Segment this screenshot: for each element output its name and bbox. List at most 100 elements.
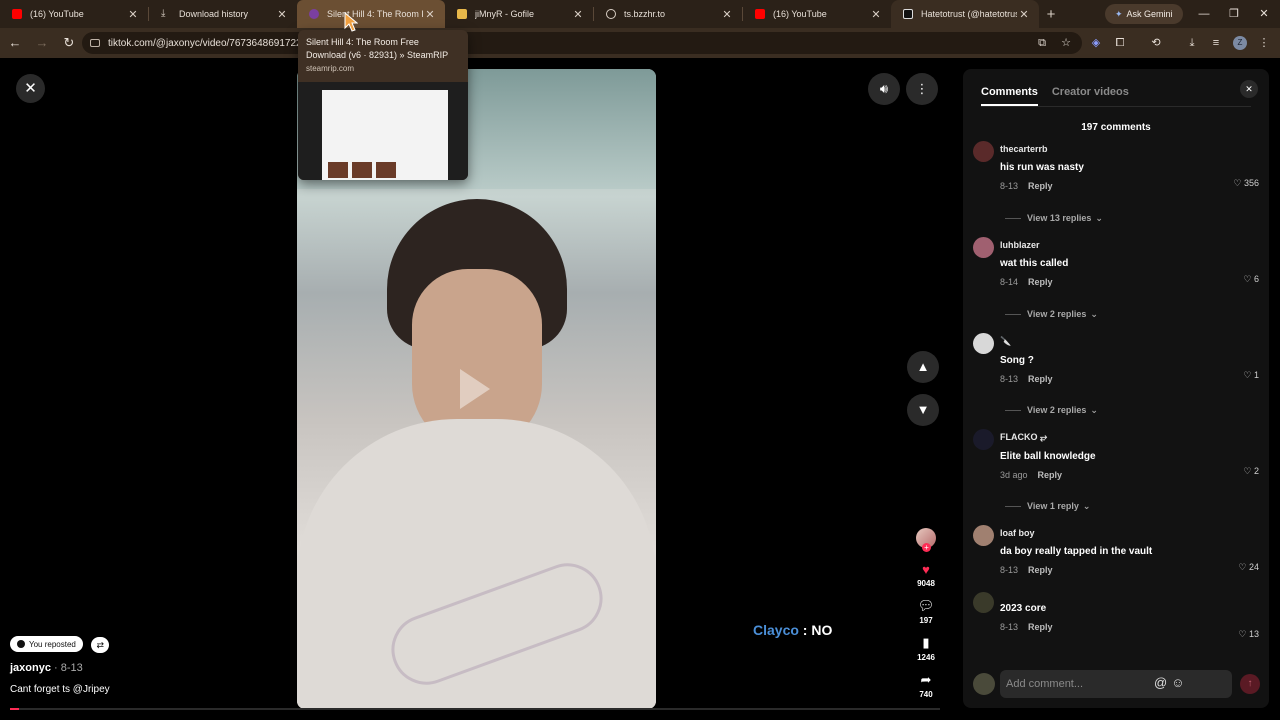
close-panel-button[interactable]: ✕ bbox=[1240, 80, 1258, 98]
heart-outline-icon[interactable]: ♡ bbox=[1243, 274, 1251, 284]
preview-thumb bbox=[328, 162, 348, 178]
bookmark-star-icon[interactable]: ☆ bbox=[1054, 31, 1078, 55]
maximize-button[interactable]: ❐ bbox=[1219, 0, 1249, 28]
forward-arrow-icon[interactable]: → bbox=[30, 31, 54, 55]
view-replies-button[interactable]: View 2 replies ⌄ bbox=[963, 295, 1269, 333]
tab-youtube-1[interactable]: (16) YouTube ✕ bbox=[0, 0, 148, 28]
commenter-name[interactable]: FLACKO ⥂ bbox=[1000, 429, 1269, 443]
bookmark-icon[interactable]: ▮ bbox=[912, 635, 940, 651]
reply-button[interactable]: Reply bbox=[1038, 470, 1063, 480]
close-tab-icon[interactable]: ✕ bbox=[1017, 8, 1031, 21]
heart-outline-icon[interactable]: ♡ bbox=[1238, 562, 1246, 572]
heart-outline-icon[interactable]: ♡ bbox=[1243, 370, 1251, 380]
volume-button[interactable]: 🔊︎ bbox=[868, 73, 900, 105]
comment-like[interactable]: ♡ 24 bbox=[1238, 562, 1259, 573]
creator-avatar[interactable]: + bbox=[916, 528, 936, 552]
commenter-avatar[interactable] bbox=[973, 525, 994, 546]
commenter-name[interactable]: thecarterrb bbox=[1000, 141, 1269, 154]
comment-icon[interactable]: 💬︎ bbox=[912, 598, 940, 614]
reading-list-icon[interactable]: ≡ bbox=[1204, 31, 1228, 55]
commenter-avatar[interactable] bbox=[973, 141, 994, 162]
site-info-icon[interactable] bbox=[90, 39, 100, 47]
reply-button[interactable]: Reply bbox=[1028, 374, 1053, 384]
ask-gemini-button[interactable]: ✦ Ask Gemini bbox=[1105, 4, 1183, 24]
commenter-avatar[interactable] bbox=[973, 333, 994, 354]
video-progress-bar[interactable] bbox=[10, 708, 940, 710]
cast-icon[interactable]: ⧉ bbox=[1030, 31, 1054, 55]
close-tab-icon[interactable]: ✕ bbox=[126, 8, 140, 21]
comment-like[interactable]: ♡ 356 bbox=[1233, 178, 1259, 189]
comment-like[interactable]: ♡ 13 bbox=[1238, 629, 1259, 640]
share-icon[interactable]: ➦ bbox=[912, 672, 940, 688]
close-tab-icon[interactable]: ✕ bbox=[423, 8, 437, 21]
tab-comments[interactable]: Comments bbox=[981, 86, 1038, 106]
reload-icon[interactable]: ↻ bbox=[57, 31, 81, 55]
tab-bzzhr[interactable]: ts.bzzhr.to ✕ bbox=[594, 0, 742, 28]
history-icon[interactable]: ⟲ bbox=[1144, 31, 1168, 55]
commenter-name[interactable]: luhblazer bbox=[1000, 237, 1269, 250]
follow-plus-icon[interactable]: + bbox=[922, 543, 931, 552]
heart-outline-icon[interactable]: ♡ bbox=[1238, 629, 1246, 639]
tab-steamrip[interactable]: Silent Hill 4: The Room Free ✕ bbox=[297, 0, 445, 28]
gemini-label: Ask Gemini bbox=[1126, 9, 1173, 19]
extension-icon[interactable]: ◈ bbox=[1084, 31, 1108, 55]
view-replies-button[interactable]: View 2 replies ⌄ bbox=[963, 391, 1269, 429]
repost-icon[interactable]: ⇄ bbox=[91, 637, 110, 653]
commenter-avatar[interactable] bbox=[973, 429, 994, 450]
divider-dash bbox=[1005, 313, 1021, 315]
video-actions: + ♥ 9048 💬︎ 197 ▮ 1246 ➦ 740 bbox=[912, 528, 940, 699]
comment-like[interactable]: ♡ 2 bbox=[1243, 466, 1259, 477]
close-video-button[interactable]: ✕ bbox=[16, 74, 45, 103]
commenter-name[interactable]: 🔪 bbox=[1000, 333, 1269, 347]
reply-button[interactable]: Reply bbox=[1028, 565, 1053, 575]
tab-title: Download history bbox=[179, 9, 249, 19]
tab-download-history[interactable]: ⤓ Download history ✕ bbox=[149, 0, 297, 28]
heart-outline-icon[interactable]: ♡ bbox=[1243, 466, 1251, 476]
reply-button[interactable]: Reply bbox=[1028, 277, 1053, 287]
reply-button[interactable]: Reply bbox=[1028, 622, 1053, 632]
tab-gofile[interactable]: jiMnyR - Gofile ✕ bbox=[445, 0, 593, 28]
comment-like[interactable]: ♡ 1 bbox=[1243, 370, 1259, 381]
caption-user[interactable]: Clayco bbox=[753, 622, 799, 638]
play-icon[interactable] bbox=[460, 369, 490, 409]
new-tab-button[interactable]: + bbox=[1039, 6, 1063, 23]
commenter-name[interactable]: loaf boy bbox=[1000, 525, 1269, 538]
url-text: tiktok.com/@jaxonyc/video/76736486917223… bbox=[108, 37, 313, 49]
profile-avatar[interactable]: Z bbox=[1233, 36, 1247, 50]
close-tab-icon[interactable]: ✕ bbox=[720, 8, 734, 21]
commenter-avatar[interactable] bbox=[973, 237, 994, 258]
close-tab-icon[interactable]: ✕ bbox=[869, 8, 883, 21]
view-replies-button[interactable]: View 1 reply ⌄ bbox=[963, 487, 1269, 525]
back-arrow-icon[interactable]: ← bbox=[3, 31, 27, 55]
address-bar[interactable]: tiktok.com/@jaxonyc/video/76736486917223… bbox=[82, 32, 1082, 54]
close-window-button[interactable]: ✕ bbox=[1249, 0, 1279, 28]
comment-like[interactable]: ♡ 6 bbox=[1243, 274, 1259, 285]
comment-item: loaf boy da boy really tapped in the vaul… bbox=[963, 525, 1269, 583]
tab-youtube-2[interactable]: (16) YouTube ✕ bbox=[743, 0, 891, 28]
previous-video-button[interactable]: ▲ bbox=[907, 351, 939, 383]
puzzle-icon[interactable]: ⧠ bbox=[1108, 31, 1132, 55]
heart-icon[interactable]: ♥ bbox=[912, 562, 940, 577]
emoji-icon[interactable]: ☺ bbox=[1171, 675, 1184, 690]
more-options-button[interactable]: ⋮ bbox=[906, 73, 938, 105]
share-count: 740 bbox=[919, 690, 933, 699]
comment-list[interactable]: thecarterrb his run was nasty 8-13 Reply ♡ 3… bbox=[963, 141, 1269, 661]
downloads-icon[interactable]: ⤓ bbox=[1180, 31, 1204, 55]
minimize-button[interactable]: — bbox=[1189, 0, 1219, 28]
view-replies-button[interactable]: View 13 replies ⌄ bbox=[963, 199, 1269, 237]
close-tab-icon[interactable]: ✕ bbox=[275, 8, 289, 21]
commenter-avatar[interactable] bbox=[973, 592, 994, 613]
comment-input[interactable] bbox=[1000, 670, 1232, 698]
commenter-name[interactable] bbox=[1000, 592, 1269, 595]
reply-button[interactable]: Reply bbox=[1028, 181, 1053, 191]
tab-creator-videos[interactable]: Creator videos bbox=[1052, 86, 1129, 106]
send-button[interactable]: ↑ bbox=[1240, 674, 1260, 694]
tab-title: (16) YouTube bbox=[773, 9, 827, 19]
next-video-button[interactable]: ▼ bbox=[907, 394, 939, 426]
mention-icon[interactable]: @ bbox=[1154, 675, 1167, 690]
close-tab-icon[interactable]: ✕ bbox=[571, 8, 585, 21]
author-name[interactable]: jaxonyc bbox=[10, 662, 51, 674]
tab-tiktok[interactable]: Hatetotrust (@hatetotrust) ✕ bbox=[891, 0, 1039, 28]
menu-kebab-icon[interactable]: ⋮ bbox=[1252, 31, 1276, 55]
heart-outline-icon[interactable]: ♡ bbox=[1233, 178, 1241, 188]
